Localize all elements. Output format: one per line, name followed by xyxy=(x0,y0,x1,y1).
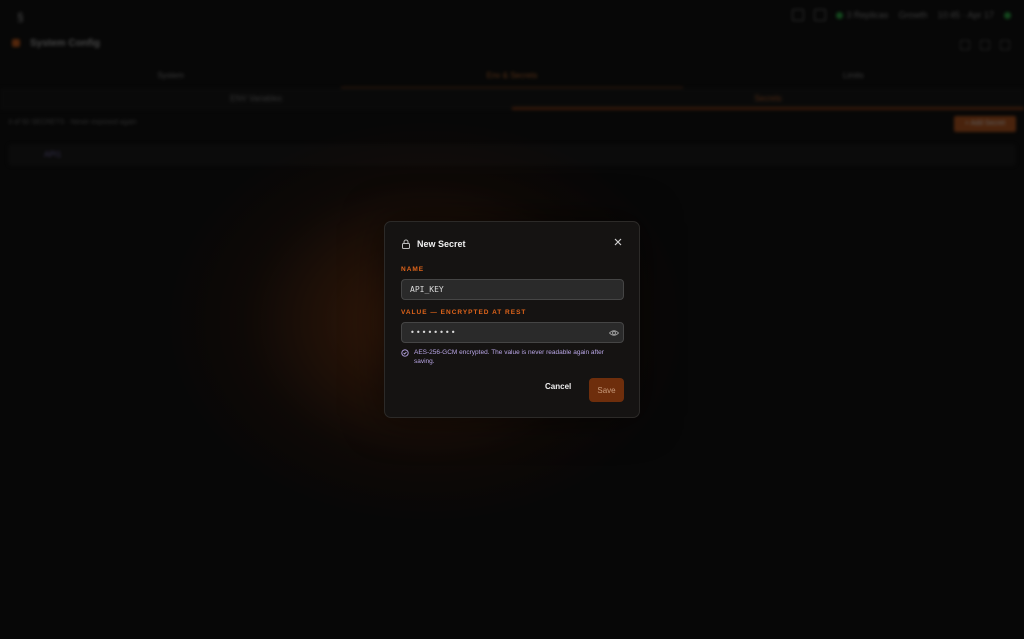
dialog-title: New Secret xyxy=(417,239,466,249)
dialog-header: New Secret xyxy=(401,239,466,249)
encryption-note: AES-256-GCM encrypted. The value is neve… xyxy=(401,348,625,366)
value-input[interactable] xyxy=(401,322,624,343)
lock-icon xyxy=(402,239,410,249)
cancel-button[interactable]: Cancel xyxy=(545,382,571,391)
name-label: NAME xyxy=(401,266,425,273)
close-icon[interactable] xyxy=(613,237,623,247)
new-secret-dialog: New Secret NAME VALUE — ENCRYPTED AT RES… xyxy=(384,221,640,418)
name-input[interactable] xyxy=(401,279,624,300)
eye-icon[interactable] xyxy=(609,328,619,338)
value-label: VALUE — ENCRYPTED AT REST xyxy=(401,309,527,316)
encryption-note-text: AES-256-GCM encrypted. The value is neve… xyxy=(414,349,604,365)
shield-icon xyxy=(401,349,409,357)
save-button[interactable]: Save xyxy=(589,378,624,402)
